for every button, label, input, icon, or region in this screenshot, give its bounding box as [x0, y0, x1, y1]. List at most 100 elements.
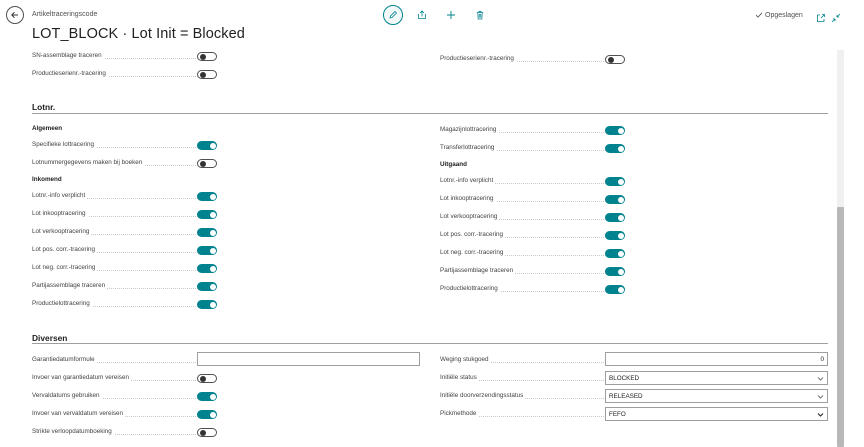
field-label: Lot verkooptracering: [440, 213, 500, 220]
field-label: Lotnr.-info verplicht: [440, 177, 496, 184]
field-inkomend-lot-pos-corr: Lot pos. corr.-tracering: [32, 245, 420, 257]
field-magazijnlottracering: Magazijnlottracering: [440, 125, 828, 137]
toggle-switch[interactable]: [197, 159, 217, 168]
field-invoer-garantiedatum: Invoer van garantiedatum vereisen: [32, 373, 420, 385]
field-label: Invoer van vervaldatum vereisen: [32, 410, 126, 417]
field-uitgaand-lot-neg-corr: Lot neg. corr.-tracering: [440, 248, 828, 260]
delete-button[interactable]: [470, 5, 490, 25]
initiele-status-select[interactable]: BLOCKED: [605, 371, 828, 385]
field-label: Lotnr.-info verplicht: [32, 192, 88, 199]
field-label: Vervaldatums gebruiken: [32, 392, 102, 399]
field-label: Partijassemblage traceren: [440, 267, 516, 274]
field-label: Lot pos. corr.-tracering: [440, 231, 505, 238]
open-in-new-window-icon: [817, 14, 825, 22]
field-inkomend-lot-neg-corr: Lot neg. corr.-tracering: [32, 263, 420, 275]
chevron-down-icon: [817, 411, 824, 418]
plus-icon: [447, 11, 455, 19]
chevron-down-icon: [817, 375, 824, 382]
field-label: Garantiedatumformule: [32, 356, 97, 363]
group-heading-algemeen: Algemeen: [32, 125, 63, 132]
collapse-icon: [831, 13, 841, 23]
toggle-switch[interactable]: [605, 126, 625, 135]
pencil-icon: [389, 10, 398, 19]
field-productieserienr-right: Productieserienr.-tracering: [440, 54, 828, 66]
toggle-switch[interactable]: [605, 231, 625, 240]
trash-icon: [476, 10, 484, 20]
pickmethode-select[interactable]: FEFO: [605, 407, 828, 421]
toggle-switch[interactable]: [197, 210, 217, 219]
weging-stukgoed-input[interactable]: 0: [605, 352, 828, 366]
toggle-switch[interactable]: [197, 141, 217, 150]
field-label: Lot neg. corr.-tracering: [440, 249, 506, 256]
toggle-switch[interactable]: [197, 428, 217, 437]
field-uitgaand-lot-pos-corr: Lot pos. corr.-tracering: [440, 230, 828, 242]
toggle-switch[interactable]: [605, 285, 625, 294]
back-button[interactable]: [6, 6, 24, 24]
field-label: Lot verkooptracering: [32, 228, 92, 235]
field-label: Weging stukgoed: [440, 356, 491, 363]
field-label: Strikte verloopdatumboeking: [32, 428, 114, 435]
section-title-lotnr[interactable]: Lotnr.: [32, 102, 55, 112]
select-value: RELEASED: [609, 393, 643, 400]
section-title-diversen[interactable]: Diversen: [32, 333, 67, 343]
section-divider: [32, 113, 828, 114]
new-button[interactable]: [441, 5, 461, 25]
field-uitgaand-partijassemblage: Partijassemblage traceren: [440, 266, 828, 278]
select-value: BLOCKED: [609, 375, 640, 382]
field-label: Initiële status: [440, 374, 479, 381]
toggle-switch[interactable]: [197, 392, 217, 401]
toggle-switch[interactable]: [605, 195, 625, 204]
toggle-switch[interactable]: [605, 267, 625, 276]
field-uitgaand-productielot: Productielottracering: [440, 284, 828, 296]
toggle-switch[interactable]: [197, 246, 217, 255]
field-productieserienr: Productieserienr.-tracering: [32, 69, 420, 81]
share-button[interactable]: [412, 5, 432, 25]
field-label: Lot neg. corr.-tracering: [32, 264, 98, 271]
field-uitgaand-lotnr-info: Lotnr.-info verplicht: [440, 176, 828, 188]
field-transferlottracering: Transferlottracering: [440, 143, 828, 155]
field-uitgaand-lot-inkoop: Lot inkooptracering: [440, 194, 828, 206]
toggle-switch[interactable]: [197, 228, 217, 237]
toggle-switch[interactable]: [605, 249, 625, 258]
edit-button[interactable]: [383, 5, 403, 25]
field-label: Productieserienr.-tracering: [440, 55, 516, 62]
toggle-switch[interactable]: [197, 264, 217, 273]
toggle-switch[interactable]: [605, 213, 625, 222]
field-invoer-vervaldatum: Invoer van vervaldatum vereisen: [32, 409, 420, 421]
field-label: Invoer van garantiedatum vereisen: [32, 374, 131, 381]
toggle-switch[interactable]: [197, 70, 217, 79]
toggle-switch[interactable]: [197, 410, 217, 419]
field-inkomend-lot-inkoop: Lot inkooptracering: [32, 209, 420, 221]
group-heading-inkomend: Inkomend: [32, 176, 62, 183]
garantiedatumformule-input[interactable]: [197, 352, 420, 366]
open-in-new-window-button[interactable]: [816, 10, 826, 22]
chevron-down-icon: [817, 393, 824, 400]
breadcrumb: Artikeltraceringscode: [32, 11, 98, 18]
saved-status-label: Opgeslagen: [765, 11, 803, 19]
field-sn-assemblage: SN-assemblage traceren: [32, 51, 420, 63]
field-label: Specifieke lottracering: [32, 141, 96, 148]
toggle-switch[interactable]: [605, 144, 625, 153]
toggle-switch[interactable]: [605, 55, 625, 64]
field-label: Lot pos. corr.-tracering: [32, 246, 97, 253]
scrollbar-thumb[interactable]: [837, 207, 844, 447]
section-divider: [32, 343, 828, 344]
toggle-switch[interactable]: [605, 177, 625, 186]
field-label: Lot inkooptracering: [440, 195, 496, 202]
field-inkomend-partijassemblage: Partijassemblage traceren: [32, 281, 420, 293]
initiele-doorverzendingsstatus-select[interactable]: RELEASED: [605, 389, 828, 403]
action-bar: [383, 5, 490, 25]
toggle-switch[interactable]: [197, 192, 217, 201]
collapse-button[interactable]: [831, 10, 841, 23]
field-label: Transferlottracering: [440, 144, 497, 151]
share-icon: [418, 10, 426, 19]
field-vervaldatums-gebruiken: Vervaldatums gebruiken: [32, 391, 420, 403]
field-label: Lotnummergegevens maken bij boeken: [32, 159, 145, 166]
toggle-switch[interactable]: [197, 300, 217, 309]
toggle-switch[interactable]: [197, 282, 217, 291]
toggle-switch[interactable]: [197, 374, 217, 383]
page-header: Artikeltraceringscode LOT_BLOCK · Lot In…: [0, 0, 864, 50]
field-label: Productieserienr.-tracering: [32, 70, 108, 77]
toggle-switch[interactable]: [197, 52, 217, 61]
page-title: LOT_BLOCK · Lot Init = Blocked: [32, 26, 245, 42]
